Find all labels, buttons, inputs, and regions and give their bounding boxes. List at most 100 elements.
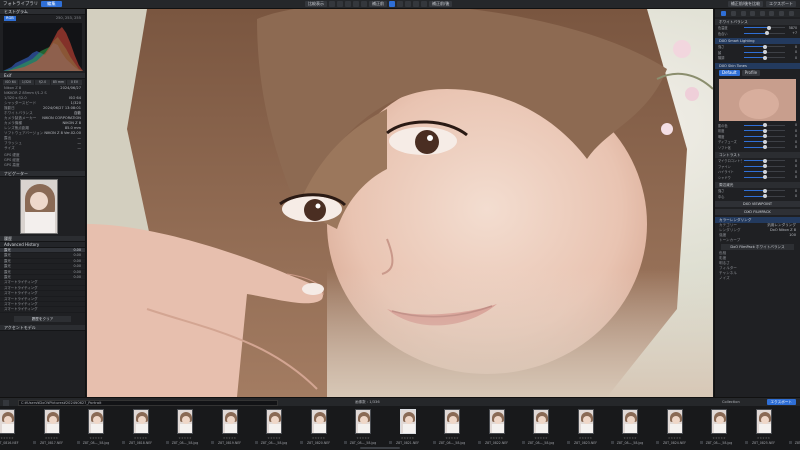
- filmstrip-thumbnail[interactable]: [666, 409, 683, 434]
- filmstrip-item[interactable]: ★★★★★Z8T_08—_58.jpg: [164, 408, 206, 448]
- filmstrip-thumbnail[interactable]: [533, 409, 549, 434]
- filmstrip-item[interactable]: ★★★★★ Z8T_0824.NEF: [654, 408, 696, 448]
- rating-stars[interactable]: ★★★★★: [253, 436, 295, 440]
- filter-icon[interactable]: [3, 399, 9, 406]
- slider-knob[interactable]: [762, 145, 767, 150]
- slider-value[interactable]: 0: [787, 140, 797, 144]
- slider-value[interactable]: 0: [787, 164, 797, 168]
- filmstrip-thumbnail[interactable]: [221, 409, 238, 434]
- slider-knob[interactable]: [762, 194, 767, 199]
- export-button[interactable]: エクスポート: [766, 399, 796, 405]
- slider-track[interactable]: [744, 123, 785, 128]
- rating-stars[interactable]: ★★★★★: [120, 436, 162, 440]
- local-tab-icon[interactable]: [759, 10, 765, 16]
- loupe-icon[interactable]: [405, 1, 411, 7]
- slider-value[interactable]: 0: [787, 194, 797, 198]
- history-item[interactable]: スマートライティング: [0, 307, 85, 313]
- rating-stars[interactable]: ★★★★★: [743, 436, 785, 440]
- slider-track[interactable]: [744, 50, 785, 55]
- rating-stars[interactable]: ★★★★★: [609, 436, 651, 440]
- rgb-channel-select[interactable]: RGB: [4, 16, 16, 21]
- filmstrip-thumbnail[interactable]: [711, 409, 727, 434]
- filmstrip-item[interactable]: ★★★★★ Z8T_0820.NEF: [298, 408, 340, 448]
- slider-track[interactable]: [744, 55, 785, 60]
- slider-track[interactable]: [744, 169, 785, 174]
- eyedropper-icon[interactable]: [345, 1, 351, 7]
- skin-preview[interactable]: [719, 78, 796, 121]
- rating-stars[interactable]: ★★★★★: [431, 436, 473, 440]
- compare-before-after-button[interactable]: 補正前/後を比較: [727, 1, 764, 7]
- slider-knob[interactable]: [762, 188, 767, 193]
- filmstrip-thumbnail[interactable]: [132, 409, 149, 434]
- filmstrip-item[interactable]: ★★★★★Z8T_08—_58.jpg: [609, 408, 651, 448]
- local-adjust-icon[interactable]: [353, 1, 359, 7]
- misc-row[interactable]: ノイズ: [715, 276, 800, 281]
- viewpoint-header[interactable]: DXO VIEWPOINT: [715, 201, 800, 207]
- filmstrip-scrollbar[interactable]: [360, 447, 400, 449]
- export-button-top[interactable]: エクスポート: [766, 1, 796, 7]
- slider-knob[interactable]: [762, 175, 767, 180]
- filmstrip-thumbnail[interactable]: [399, 409, 416, 434]
- rating-stars[interactable]: ★★★★★: [520, 436, 562, 440]
- slider-value[interactable]: +7: [787, 31, 797, 35]
- histogram-header[interactable]: ヒストグラム: [0, 9, 85, 15]
- slider-knob[interactable]: [762, 139, 767, 144]
- slider-track[interactable]: [744, 158, 785, 163]
- filmstrip-item[interactable]: ★★★★★Z8T_08—_58.jpg: [342, 408, 384, 448]
- filmstrip-thumbnail[interactable]: [0, 409, 15, 434]
- folder-path-field[interactable]: C:¥Users¥DxO¥Pictures¥2024¥0627_Portrait: [18, 399, 278, 406]
- slider-knob[interactable]: [762, 123, 767, 128]
- warning-icon[interactable]: [421, 1, 427, 7]
- filmstrip-thumbnail[interactable]: [266, 409, 282, 434]
- filmstrip-item[interactable]: ★★★★★Z8T_08—_58.jpg: [520, 408, 562, 448]
- rating-stars[interactable]: ★★★★★: [565, 436, 607, 440]
- rating-stars[interactable]: ★★★★★: [209, 436, 251, 440]
- slider-knob[interactable]: [767, 25, 772, 30]
- slider-value[interactable]: 0: [787, 189, 797, 193]
- filmstrip-thumbnail[interactable]: [43, 409, 60, 434]
- main-photo-viewer[interactable]: [87, 9, 713, 397]
- filmstrip-thumbnail[interactable]: [88, 409, 104, 434]
- exif-button[interactable]: f/2.0: [35, 80, 50, 85]
- slider-track[interactable]: [744, 25, 785, 30]
- before-after-button[interactable]: 補正前/後: [429, 1, 453, 7]
- filmstrip-item[interactable]: ★★★★★ Z8T_0823.NEF: [565, 408, 607, 448]
- exif-button[interactable]: 0 EV: [67, 80, 82, 85]
- rating-stars[interactable]: ★★★★★: [387, 436, 429, 440]
- slider-track[interactable]: [744, 44, 785, 49]
- filmstrip-item[interactable]: ★★★★★Z8T_08—_58.jpg: [75, 408, 117, 448]
- slider-track[interactable]: [744, 145, 785, 150]
- slider-knob[interactable]: [762, 158, 767, 163]
- filmstrip-item[interactable]: ★★★★★Z8T_08—_58.jpg: [253, 408, 295, 448]
- slider-track[interactable]: [744, 31, 785, 36]
- favorites-tab-icon[interactable]: [788, 10, 794, 16]
- filmstrip-thumbnail[interactable]: [755, 409, 772, 434]
- filmstrip-item[interactable]: ★★★★★Z8T_0816.NEF: [0, 408, 28, 448]
- skin-tab[interactable]: Default: [719, 69, 740, 76]
- rating-stars[interactable]: ★★★★★: [476, 436, 518, 440]
- geometry-tab-icon[interactable]: [750, 10, 756, 16]
- slider-track[interactable]: [744, 139, 785, 144]
- light-tab-icon[interactable]: [721, 10, 727, 16]
- filmstrip-thumbnail[interactable]: [488, 409, 505, 434]
- filmstrip-thumbnail[interactable]: [444, 409, 460, 434]
- slider-knob[interactable]: [762, 134, 767, 139]
- rating-stars[interactable]: ★★★★★: [698, 436, 740, 440]
- slider-knob[interactable]: [762, 55, 767, 60]
- slider-value[interactable]: 0: [787, 45, 797, 49]
- slider-value[interactable]: 0: [787, 170, 797, 174]
- filmstrip-thumbnail[interactable]: [355, 409, 371, 434]
- filmpack-header[interactable]: DXO FILMPACK: [715, 209, 800, 215]
- slider-track[interactable]: [744, 194, 785, 199]
- slider-value[interactable]: 0: [787, 50, 797, 54]
- color-tab-icon[interactable]: [730, 10, 736, 16]
- slider-value[interactable]: 0: [787, 129, 797, 133]
- slider-track[interactable]: [744, 128, 785, 133]
- effects-tab-icon[interactable]: [769, 10, 775, 16]
- zoom-fit-icon[interactable]: [389, 1, 395, 7]
- filmstrip-item[interactable]: ★★★★★ Z8T_0819.NEF: [209, 408, 251, 448]
- watermark-tab-icon[interactable]: [779, 10, 785, 16]
- slider-value[interactable]: 0: [787, 159, 797, 163]
- rating-stars[interactable]: ★★★★★: [298, 436, 340, 440]
- slider-knob[interactable]: [762, 164, 767, 169]
